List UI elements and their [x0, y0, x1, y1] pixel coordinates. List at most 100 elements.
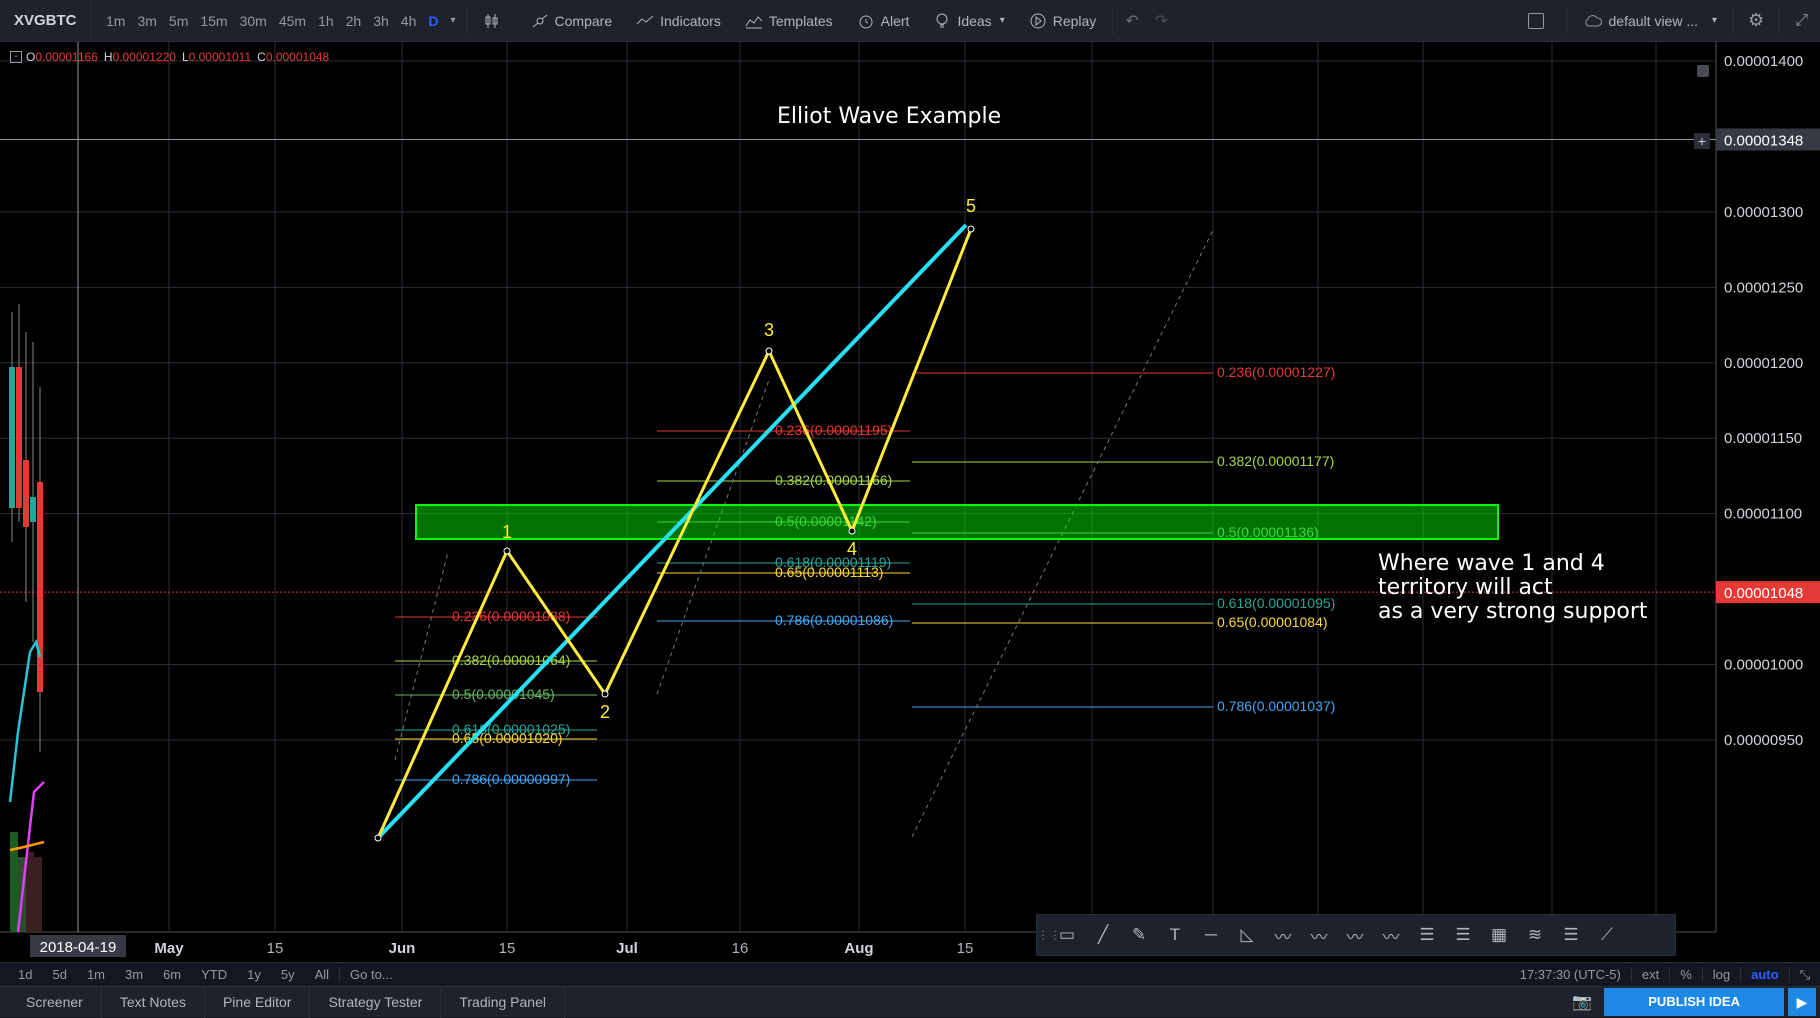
wave-point-handle[interactable] — [967, 225, 975, 233]
wave-point-handle[interactable] — [765, 347, 773, 355]
wave-point-handle[interactable] — [374, 834, 382, 842]
auto-toggle[interactable]: auto — [1740, 967, 1788, 982]
range-1d[interactable]: 1d — [8, 967, 42, 982]
cloud-icon — [1584, 14, 1602, 26]
interval-dropdown-icon[interactable]: ▾ — [445, 15, 462, 26]
tab-trading-panel[interactable]: Trading Panel — [441, 986, 565, 1018]
price-tick: 0.00001250 — [1724, 279, 1803, 296]
range-YTD[interactable]: YTD — [191, 967, 237, 982]
interval-15m[interactable]: 15m — [194, 0, 233, 42]
wave-12345-icon[interactable]: 〰 — [1337, 917, 1373, 953]
expand-icon[interactable]: ⤢ — [1783, 12, 1820, 30]
path-icon[interactable]: ⟋ — [1589, 917, 1625, 953]
tab-text-notes[interactable]: Text Notes — [102, 986, 205, 1018]
fib-level-label: 0.618(0.00001095) — [1217, 595, 1335, 611]
range-6m[interactable]: 6m — [153, 967, 191, 982]
crosshair-plus-icon[interactable]: + — [1694, 133, 1710, 149]
interval-45m[interactable]: 45m — [273, 0, 312, 42]
range-All[interactable]: All — [305, 967, 339, 982]
price-tick: 0.00000950 — [1724, 732, 1803, 749]
range-5d[interactable]: 5d — [42, 967, 76, 982]
range-1y[interactable]: 1y — [237, 967, 271, 982]
ohlc-c-label: C — [257, 50, 266, 64]
interval-D[interactable]: D — [422, 0, 444, 42]
replay-button[interactable]: Replay — [1017, 0, 1109, 42]
redo-icon[interactable]: ↷ — [1147, 11, 1176, 31]
camera-icon[interactable]: 📷 — [1572, 992, 1592, 1012]
ideas-button[interactable]: Ideas ▾ — [921, 0, 1016, 42]
tab-screener[interactable]: Screener — [8, 986, 102, 1018]
layout-button[interactable]: default view ... ▾ — [1571, 0, 1730, 42]
wave-wxy-icon[interactable]: 〰 — [1265, 917, 1301, 953]
templates-button[interactable]: Templates — [733, 0, 845, 42]
indicators-button[interactable]: Indicators — [624, 0, 733, 42]
price-tick: 0.00001150 — [1724, 430, 1802, 447]
goto-button[interactable]: Go to... — [339, 967, 403, 982]
chart-type-button[interactable] — [471, 0, 519, 42]
rectangle-icon[interactable]: ▭ — [1049, 917, 1085, 953]
wave-label: 4 — [847, 539, 857, 559]
chevron-down-icon: ▾ — [999, 15, 1005, 26]
fib-level-label: 0.236(0.00001227) — [1217, 364, 1335, 380]
log-toggle[interactable]: log — [1701, 967, 1740, 982]
compare-button[interactable]: Compare — [519, 0, 625, 42]
chart-title-text[interactable]: Elliot Wave Example — [777, 104, 1001, 129]
divider — [1112, 6, 1114, 35]
time-tick: 15 — [957, 940, 974, 957]
tab-strategy-tester[interactable]: Strategy Tester — [310, 986, 442, 1018]
support-zone-rect[interactable] — [415, 504, 1499, 540]
range-list: 1d 5d 1m 3m 6m YTD 1y 5y All — [0, 967, 339, 982]
crosshair-price: 0.00001348 — [1724, 132, 1803, 149]
legend-collapse-icon[interactable]: − — [10, 51, 22, 63]
ohlc-h-value: 0.00001220 — [112, 50, 176, 64]
ohlc-legend: − O 0.00001166 H 0.00001220 L 0.00001011 C0… — [10, 50, 329, 64]
fib-level-label: 0.236(0.00001195) — [775, 422, 892, 438]
percent-toggle[interactable]: % — [1669, 967, 1702, 982]
wave-abcde-icon[interactable]: 〰 — [1301, 917, 1337, 953]
chart-canvas[interactable]: 0.236(0.00001088)0.382(0.00001064)0.5(0.… — [0, 42, 1820, 962]
wave-abc-icon[interactable]: 〰 — [1373, 917, 1409, 953]
wave-point-handle[interactable] — [601, 690, 609, 698]
symbol-search[interactable]: XVGBTC — [0, 0, 92, 42]
interval-3h[interactable]: 3h — [367, 0, 395, 42]
gann-box-icon[interactable]: ▦ — [1481, 917, 1517, 953]
ohlc-h-label: H — [103, 50, 113, 64]
ext-toggle[interactable]: ext — [1630, 967, 1669, 982]
tab-pine-editor[interactable]: Pine Editor — [205, 986, 311, 1018]
range-5y[interactable]: 5y — [271, 967, 305, 982]
range-3m[interactable]: 3m — [115, 967, 153, 982]
interval-1h[interactable]: 1h — [312, 0, 340, 42]
alert-button[interactable]: Alert — [845, 0, 922, 42]
fullscreen-rect-icon[interactable] — [1527, 12, 1544, 29]
trend-line-icon[interactable]: ╱ — [1085, 917, 1121, 953]
support-annotation[interactable]: Where wave 1 and 4 territory will act as… — [1378, 552, 1648, 624]
lock-scale-icon[interactable] — [1697, 65, 1709, 77]
triangle-icon[interactable]: ◺ — [1229, 917, 1265, 953]
clock[interactable]: 17:37:30 (UTC-5) — [1510, 967, 1631, 982]
wave-point-handle[interactable] — [848, 527, 856, 535]
interval-1m[interactable]: 1m — [100, 0, 131, 42]
fib-retracement-icon[interactable]: ☰ — [1409, 917, 1445, 953]
fib-fan-icon[interactable]: ≋ — [1517, 917, 1553, 953]
interval-5m[interactable]: 5m — [163, 0, 194, 42]
interval-2h[interactable]: 2h — [340, 0, 368, 42]
gear-icon[interactable]: ⚙ — [1738, 10, 1774, 31]
drag-handle-icon[interactable]: ⋮⋮ — [1037, 928, 1061, 942]
range-1m[interactable]: 1m — [77, 967, 115, 982]
candle-body — [37, 482, 43, 692]
fib-extension-icon[interactable]: ☰ — [1445, 917, 1481, 953]
text-icon[interactable]: T — [1157, 917, 1193, 953]
play-circle-icon[interactable]: ▶ — [1788, 988, 1816, 1016]
wave-point-handle[interactable] — [503, 547, 511, 555]
brush-icon[interactable]: ✎ — [1121, 917, 1157, 953]
bottom-panel-tabs: Screener Text Notes Pine Editor Strategy Te… — [0, 986, 1820, 1018]
publish-idea-button[interactable]: PUBLISH IDEA — [1604, 988, 1784, 1016]
interval-30m[interactable]: 30m — [234, 0, 273, 42]
undo-icon[interactable]: ↶ — [1117, 11, 1146, 31]
interval-4h[interactable]: 4h — [395, 0, 423, 42]
horizontal-ray-icon[interactable]: ─ — [1193, 917, 1229, 953]
maximize-icon[interactable]: ⤡ — [1788, 966, 1820, 983]
interval-3m[interactable]: 3m — [131, 0, 162, 42]
chart-area[interactable]: 0.236(0.00001088) 0.382(0.00001064) 0.5(0.… — [0, 42, 1820, 962]
parallel-lines-icon[interactable]: ☰ — [1553, 917, 1589, 953]
